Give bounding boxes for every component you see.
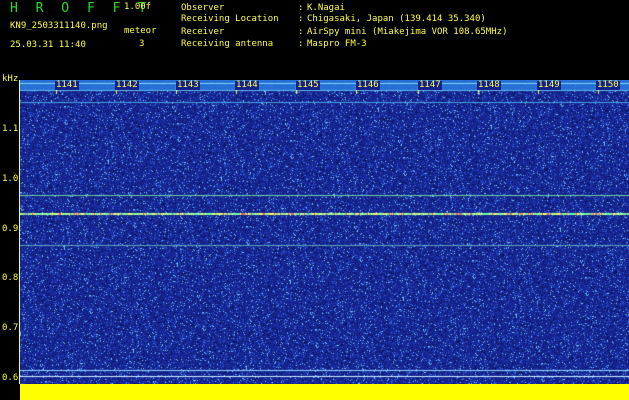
datetime-label: 25.03.31 11:40 xyxy=(10,40,86,50)
info-colon: : xyxy=(298,27,304,37)
signal-strength-trace xyxy=(20,384,629,400)
location-label: Receiving Location xyxy=(181,14,279,24)
receiver-value: AirSpy mini (Miakejima VOR 108.65MHz) xyxy=(307,27,508,37)
spectrogram xyxy=(20,80,629,384)
time-tick-label: 1141 xyxy=(55,80,79,90)
time-tick-label: 1147 xyxy=(418,80,442,90)
version-label: 1.00f xyxy=(124,2,152,12)
y-tick-label: 0.7 xyxy=(2,323,19,333)
antenna-value: Maspro FM-3 xyxy=(307,39,367,49)
location-value: Chigasaki, Japan (139.414 35.340) xyxy=(307,14,486,24)
time-tick-label: 1143 xyxy=(176,80,200,90)
antenna-label: Receiving antenna xyxy=(181,39,274,49)
info-colon: : xyxy=(298,39,304,49)
time-tick-label: 1146 xyxy=(356,80,380,90)
y-tick-label: 0.9 xyxy=(2,224,19,234)
y-tick-label: 0.8 xyxy=(2,273,19,283)
header-panel: H R O F F T 1.00f KN9_2503311140.png met… xyxy=(0,0,629,78)
time-tick-label: 1149 xyxy=(537,80,561,90)
y-tick-label: 1.0 xyxy=(2,174,19,184)
filename-label: KN9_2503311140.png xyxy=(10,21,108,31)
time-tick-label: 1145 xyxy=(296,80,320,90)
y-tick-label: 1.1 xyxy=(2,124,19,134)
frequency-axis xyxy=(19,80,20,384)
receiver-label: Receiver xyxy=(181,27,225,37)
meteor-label: meteor xyxy=(124,26,157,36)
observer-value: K.Nagai xyxy=(307,3,345,13)
y-tick-label: 0.6 xyxy=(2,373,19,383)
spectrogram-canvas xyxy=(20,80,629,384)
time-tick-label: 1144 xyxy=(235,80,259,90)
time-tick-label: 1150 xyxy=(596,80,620,90)
observer-label: Observer xyxy=(181,3,225,13)
meteor-count: 3 xyxy=(139,39,145,49)
time-tick-label: 1148 xyxy=(477,80,501,90)
time-tick-label: 1142 xyxy=(115,80,139,90)
info-colon: : xyxy=(298,3,304,13)
frequency-unit-label: kHz xyxy=(2,74,19,84)
info-colon: : xyxy=(298,14,304,24)
